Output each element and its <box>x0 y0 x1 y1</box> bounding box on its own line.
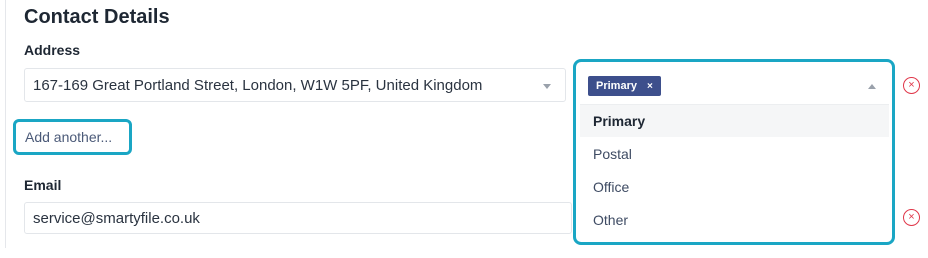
chevron-up-icon[interactable] <box>868 84 876 89</box>
remove-email-icon[interactable]: × <box>903 209 920 226</box>
address-type-options: Primary Postal Office Other <box>580 104 889 236</box>
email-label: Email <box>24 177 62 193</box>
option-other[interactable]: Other <box>580 203 889 236</box>
selected-type-chip[interactable]: Primary × <box>588 76 661 96</box>
section-divider <box>5 0 6 248</box>
chip-remove-icon[interactable]: × <box>647 81 653 92</box>
address-type-control[interactable]: Primary × <box>576 62 892 106</box>
option-office[interactable]: Office <box>580 170 889 203</box>
address-label: Address <box>24 42 81 58</box>
chevron-down-icon[interactable] <box>543 84 551 89</box>
add-another-button[interactable]: Add another... <box>13 119 132 155</box>
address-value: 167-169 Great Portland Street, London, W… <box>33 77 483 94</box>
email-value: service@smartyfile.co.uk <box>33 210 200 227</box>
section-title: Contact Details <box>24 6 170 28</box>
address-type-dropdown[interactable]: Primary × Primary Postal Office Other <box>573 59 895 245</box>
email-field[interactable]: service@smartyfile.co.uk <box>24 202 572 234</box>
address-select[interactable]: 167-169 Great Portland Street, London, W… <box>24 68 566 102</box>
selected-type-label: Primary <box>596 80 637 92</box>
option-postal[interactable]: Postal <box>580 137 889 170</box>
add-another-label: Add another... <box>25 129 113 145</box>
option-primary[interactable]: Primary <box>580 104 889 137</box>
remove-address-icon[interactable]: × <box>903 77 920 94</box>
